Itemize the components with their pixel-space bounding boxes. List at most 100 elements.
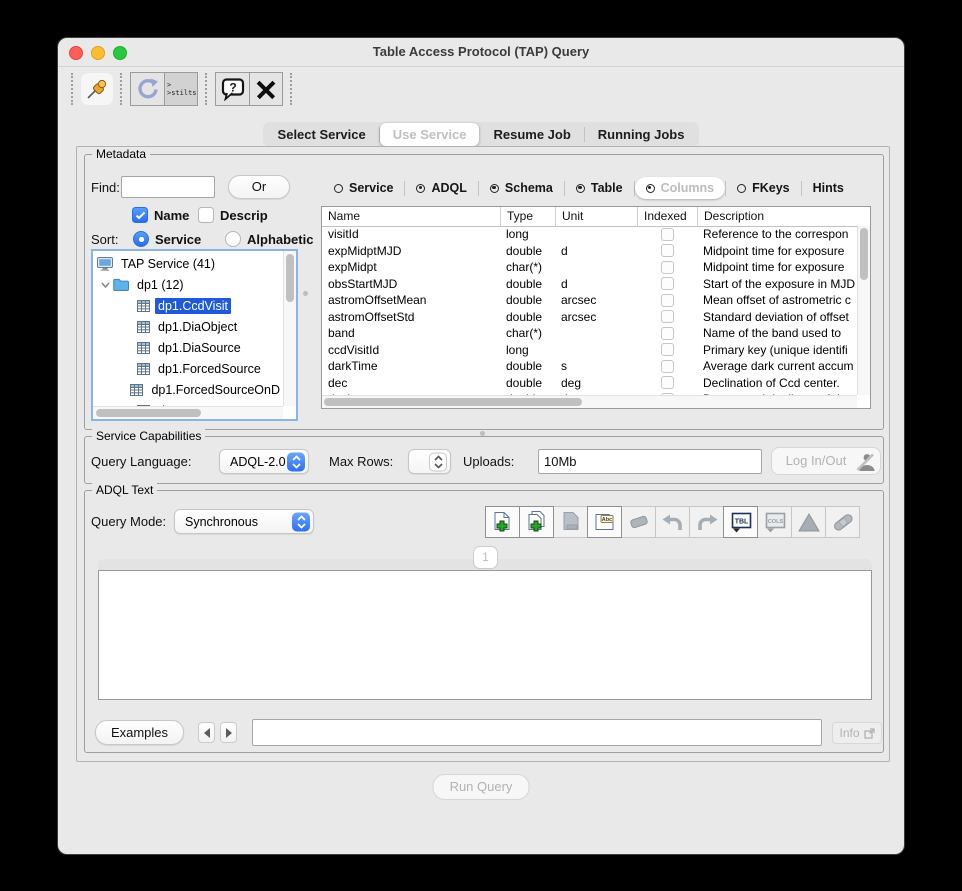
- query-mode-select[interactable]: Synchronous: [174, 509, 314, 534]
- bandage-icon: [831, 510, 855, 534]
- table-vertical-scrollbar[interactable]: [857, 226, 870, 395]
- descrip-checkbox[interactable]: [198, 207, 214, 223]
- run-query-button[interactable]: Run Query: [433, 774, 530, 800]
- erase-text-button[interactable]: [621, 506, 656, 538]
- indexed-checkbox[interactable]: [661, 360, 674, 373]
- tab-use-service[interactable]: Use Service: [380, 123, 480, 146]
- indexed-checkbox[interactable]: [661, 244, 674, 257]
- sort-alphabetic-radio[interactable]: [225, 231, 241, 247]
- titlebar[interactable]: Table Access Protocol (TAP) Query: [58, 38, 904, 67]
- tab-select-service[interactable]: Select Service: [265, 123, 379, 146]
- indexed-checkbox[interactable]: [661, 261, 674, 274]
- table-horizontal-scrollbar[interactable]: [322, 395, 857, 408]
- max-rows-spinner[interactable]: [408, 449, 451, 474]
- table-row[interactable]: darkTime double s Average dark current a…: [322, 358, 857, 375]
- indexed-checkbox[interactable]: [661, 228, 674, 241]
- scrollbar-thumb[interactable]: [860, 228, 868, 280]
- tab-label: Use Service: [393, 127, 467, 142]
- name-checkbox[interactable]: [132, 207, 148, 223]
- metadata-tab-schema[interactable]: Schema: [479, 177, 564, 199]
- metadata-tab-service[interactable]: Service: [323, 177, 404, 199]
- chevron-down-icon[interactable]: [97, 280, 113, 290]
- indexed-checkbox[interactable]: [661, 327, 674, 340]
- redo-button[interactable]: [689, 506, 724, 538]
- metadata-tab-table[interactable]: Table: [565, 177, 634, 199]
- scrollbar-thumb[interactable]: [286, 254, 294, 302]
- svg-text:TBL: TBL: [734, 519, 748, 526]
- table-row[interactable]: obsStartMJD double d Start of the exposu…: [322, 276, 857, 293]
- copy-sheet-button[interactable]: [519, 506, 554, 538]
- uploads-input[interactable]: [538, 449, 762, 474]
- insert-table-button[interactable]: TBL: [723, 506, 758, 538]
- scrollbar-thumb[interactable]: [96, 409, 201, 417]
- indexed-checkbox[interactable]: [661, 277, 674, 290]
- name-checkbox-label: Name: [154, 208, 189, 223]
- tree-item-dp1-ccdvisit[interactable]: dp1.CcdVisit: [93, 295, 283, 316]
- tree-item-dp1-12[interactable]: dp1 (12): [93, 274, 283, 295]
- login-button[interactable]: Log In/Out: [771, 447, 881, 475]
- info-button[interactable]: Info: [832, 722, 882, 744]
- radio-state-icon: [334, 184, 343, 193]
- reload-icon: [136, 77, 160, 101]
- examples-button[interactable]: Examples: [95, 720, 184, 745]
- tree-vertical-scrollbar[interactable]: [283, 251, 296, 406]
- radio-state-icon: [737, 184, 746, 193]
- table-row[interactable]: visitId long Reference to the correspon: [322, 226, 857, 243]
- reload-button[interactable]: [131, 73, 164, 105]
- tree-item-dp1-diasource[interactable]: dp1.DiaSource: [93, 337, 283, 358]
- info-label: Info: [839, 726, 859, 740]
- tree-item-dp1-forcedsource[interactable]: dp1.ForcedSource: [93, 358, 283, 379]
- table-row[interactable]: ccdVisitId long Primary key (unique iden…: [322, 342, 857, 359]
- sheet-tab-1[interactable]: 1: [473, 546, 498, 569]
- pin-window-button[interactable]: [81, 73, 113, 105]
- external-link-icon: [864, 728, 875, 739]
- tab-running-jobs[interactable]: Running Jobs: [585, 123, 698, 146]
- metadata-tab-columns[interactable]: Columns: [635, 177, 725, 199]
- table-row[interactable]: band char(*) Name of the band used to: [322, 325, 857, 342]
- table-row[interactable]: astromOffsetStd double arcsec Standard d…: [322, 309, 857, 326]
- insert-columns-button[interactable]: COLS: [757, 506, 792, 538]
- example-input[interactable]: [252, 719, 822, 746]
- query-language-select[interactable]: ADQL-2.0: [219, 449, 309, 474]
- table-row[interactable]: astromOffsetMean double arcsec Mean offs…: [322, 292, 857, 309]
- indexed-checkbox[interactable]: [661, 376, 674, 389]
- tree-item-tap-service-41[interactable]: TAP Service (41): [93, 253, 283, 274]
- add-sheet-button[interactable]: [485, 506, 520, 538]
- indexed-checkbox[interactable]: [661, 310, 674, 323]
- tree-horizontal-scrollbar[interactable]: [93, 406, 283, 419]
- column-header-type: Type: [500, 207, 555, 226]
- indexed-checkbox[interactable]: [661, 343, 674, 356]
- select-stepper-icon: [287, 452, 305, 471]
- tree-item-dp1-forcedsourceond[interactable]: dp1.ForcedSourceOnD: [93, 379, 283, 400]
- folder-icon: [113, 278, 129, 291]
- help-button[interactable]: ?: [216, 73, 249, 105]
- metadata-tab-hints[interactable]: Hints: [802, 177, 855, 199]
- find-input[interactable]: [121, 176, 215, 198]
- table-row[interactable]: dec double deg Declination of Ccd center…: [322, 375, 857, 392]
- tree-item-dp1-diaobject[interactable]: dp1.DiaObject: [93, 316, 283, 337]
- parse-error-button[interactable]: [791, 506, 826, 538]
- fix-error-button[interactable]: [825, 506, 860, 538]
- undo-button[interactable]: [655, 506, 690, 538]
- indexed-checkbox[interactable]: [661, 294, 674, 307]
- close-button[interactable]: [249, 73, 282, 105]
- remove-sheet-button[interactable]: [553, 506, 588, 538]
- rename-sheet-button[interactable]: Abc: [587, 506, 622, 538]
- table-row[interactable]: expMidptMJD double d Midpoint time for e…: [322, 243, 857, 260]
- adql-text-area[interactable]: [98, 570, 872, 700]
- tab-label: ADQL: [431, 181, 466, 195]
- next-example-button[interactable]: [220, 722, 237, 743]
- metadata-tab-adql[interactable]: ADQL: [405, 177, 477, 199]
- table-row[interactable]: expMidpt char(*) Midpoint time for expos…: [322, 259, 857, 276]
- scrollbar-thumb[interactable]: [324, 398, 582, 406]
- tab-resume-job[interactable]: Resume Job: [480, 123, 583, 146]
- or-button[interactable]: Or: [228, 175, 290, 199]
- pin-icon: [85, 77, 109, 101]
- sort-service-radio[interactable]: [133, 231, 149, 247]
- stilts-button[interactable]: > >stilts: [164, 73, 197, 105]
- split-handle[interactable]: [303, 291, 308, 296]
- tap-query-window: Table Access Protocol (TAP) Query > >sti…: [57, 37, 905, 855]
- metadata-tab-fkeys[interactable]: FKeys: [726, 177, 801, 199]
- previous-example-button[interactable]: [198, 722, 215, 743]
- sheet-remove-icon: [559, 510, 583, 534]
